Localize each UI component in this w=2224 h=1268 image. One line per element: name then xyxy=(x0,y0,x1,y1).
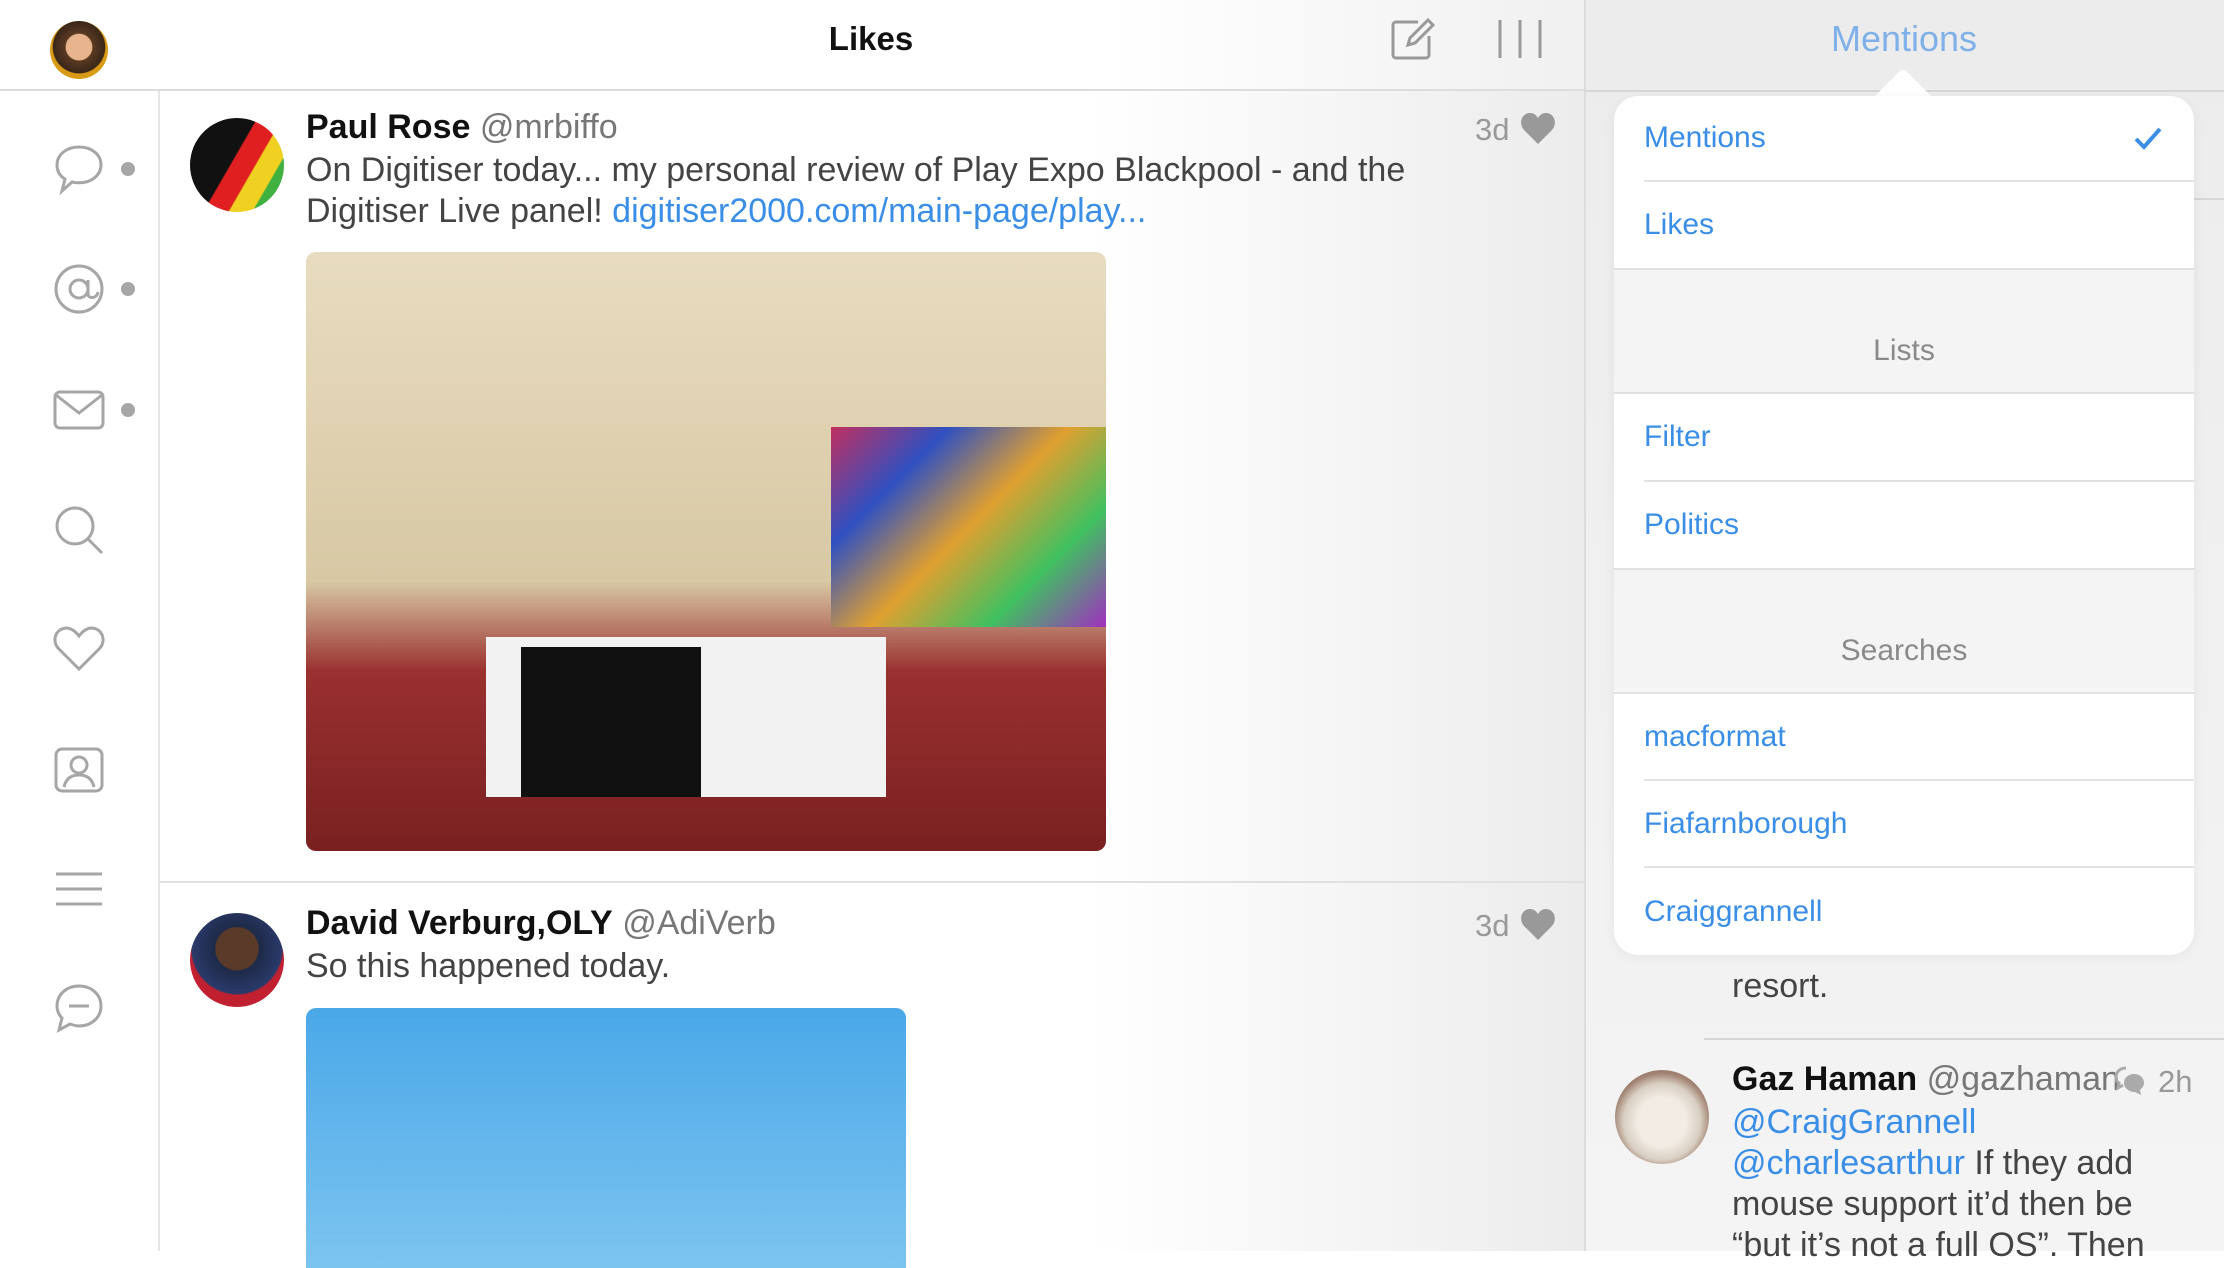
tweet-time: 2h xyxy=(2158,1064,2193,1099)
menu-item-label: Craiggrannell xyxy=(1644,894,1823,928)
tweet-author[interactable]: David Verburg,OLY @AdiVerb xyxy=(306,904,776,943)
tweet-photo[interactable] xyxy=(306,1008,906,1268)
tweet-avatar[interactable] xyxy=(190,118,284,212)
heart-filled-icon[interactable] xyxy=(1520,112,1556,146)
menu-item-label: Politics xyxy=(1644,508,1740,541)
menu-item-label: macformat xyxy=(1644,719,1786,753)
author-handle[interactable]: @gazhaman xyxy=(1927,1060,2120,1098)
tweet-divider xyxy=(1704,1038,2224,1040)
menu-item-fiafarnborough[interactable]: Fiafarnborough xyxy=(1644,781,2194,868)
tweet-author[interactable]: Gaz Haman @gazhaman xyxy=(1732,1060,2120,1099)
at-icon[interactable] xyxy=(52,262,106,316)
menu-item-mentions[interactable]: Mentions xyxy=(1644,96,2194,182)
author-name[interactable]: David Verburg,OLY xyxy=(306,904,613,942)
tweet-time: 3d xyxy=(1475,908,1510,943)
tweet-text: On Digitiser today... my personal review… xyxy=(306,150,1406,232)
conversation-icon[interactable] xyxy=(2114,1066,2146,1096)
heart-filled-icon[interactable] xyxy=(1520,908,1556,942)
tweet-body: If they add xyxy=(1964,1144,2134,1182)
tweet-text: resort. xyxy=(1732,967,1829,1005)
chat-icon[interactable] xyxy=(52,981,106,1035)
tweet-body: mouse support it’d then be xyxy=(1732,1185,2133,1223)
tweet-avatar[interactable] xyxy=(1615,1070,1709,1164)
photo-banner xyxy=(521,647,701,797)
columns-icon[interactable] xyxy=(1496,18,1544,60)
tweet-text: So this happened today. xyxy=(306,947,671,985)
menu-item-likes[interactable]: Likes xyxy=(1614,182,2194,270)
page-title: Likes xyxy=(828,20,914,57)
list-icon[interactable] xyxy=(52,862,106,916)
tweet-avatar[interactable] xyxy=(190,913,284,1007)
menu-item-label: Likes xyxy=(1644,208,1715,241)
photo-screen xyxy=(831,427,1106,627)
author-name[interactable]: Paul Rose xyxy=(306,108,470,146)
author-name[interactable]: Gaz Haman xyxy=(1732,1060,1917,1098)
profile-icon[interactable] xyxy=(52,743,106,797)
menu-item-craiggrannell[interactable]: Craiggrannell xyxy=(1614,868,2194,955)
tweet-time: 3d xyxy=(1475,112,1510,147)
section-header-searches: Searches xyxy=(1614,570,2194,694)
author-handle[interactable]: @AdiVerb xyxy=(622,904,776,942)
tweet-photo[interactable] xyxy=(306,252,1106,851)
compose-icon[interactable] xyxy=(1388,16,1436,64)
menu-item-label: Mentions xyxy=(1644,121,1766,154)
speech-bubble-icon[interactable] xyxy=(52,142,106,196)
menu-item-label: Fiafarnborough xyxy=(1644,806,1848,840)
tweet-body: “but it’s not a full OS”. Then xyxy=(1732,1226,2145,1264)
search-icon[interactable] xyxy=(52,503,106,557)
envelope-icon[interactable] xyxy=(52,383,106,437)
tweet-text: @CraigGrannell @charlesarthur If they add… xyxy=(1732,1102,2212,1266)
tweet-author[interactable]: Paul Rose @mrbiffo xyxy=(306,108,618,147)
unread-dot xyxy=(121,282,135,296)
heart-icon[interactable] xyxy=(52,621,106,675)
popover-arrow xyxy=(1873,70,1933,98)
author-handle[interactable]: @mrbiffo xyxy=(480,108,618,146)
mention-link[interactable]: @charlesarthur xyxy=(1732,1144,1965,1182)
section-header-lists: Lists xyxy=(1614,270,2194,394)
tweet-divider xyxy=(160,881,1584,883)
checkmark-icon xyxy=(2134,127,2162,150)
column-title[interactable]: Mentions xyxy=(1584,18,2224,60)
tweet-link[interactable]: digitiser2000.com/main-page/play... xyxy=(612,192,1146,230)
unread-dot xyxy=(121,162,135,176)
mention-link[interactable]: @CraigGrannell xyxy=(1732,1103,1976,1141)
menu-item-filter[interactable]: Filter xyxy=(1644,394,2194,482)
timeline-picker-popover: Mentions Likes Lists Filter Politics Sea… xyxy=(1614,96,2194,955)
menu-item-label: Filter xyxy=(1644,420,1711,453)
unread-dot xyxy=(121,403,135,417)
menu-item-politics[interactable]: Politics xyxy=(1614,482,2194,570)
menu-item-macformat[interactable]: macformat xyxy=(1644,694,2194,781)
